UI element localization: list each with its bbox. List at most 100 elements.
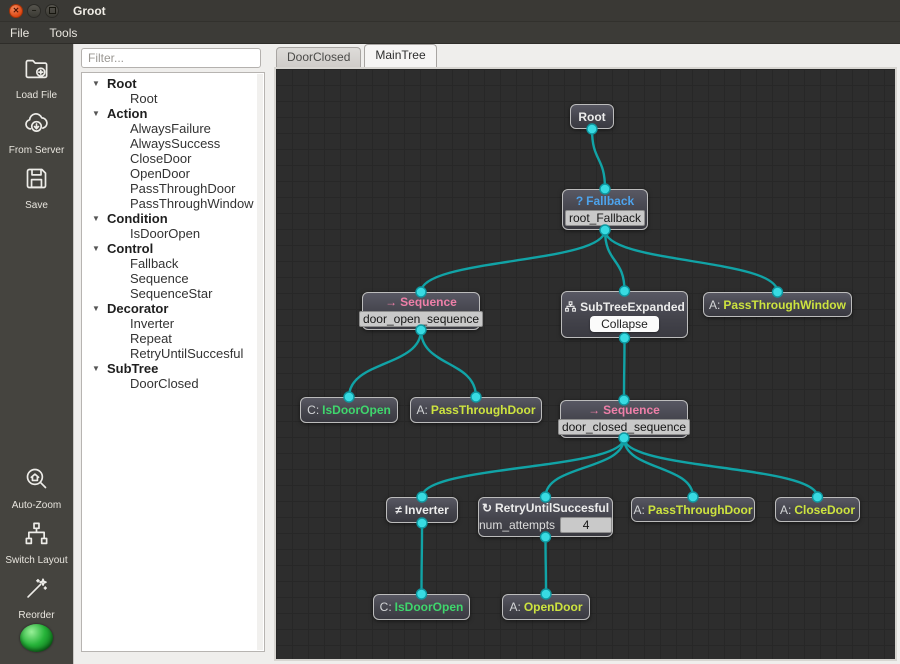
port-top-seq-open[interactable] [415, 286, 427, 298]
port-top-inverter[interactable] [416, 491, 428, 503]
window-close-icon[interactable]: ✕ [9, 3, 23, 18]
port-bottom-fallback[interactable] [599, 224, 611, 236]
port-bottom-inverter[interactable] [416, 517, 428, 529]
node-title: A: CloseDoor [780, 503, 855, 517]
palette-item-root[interactable]: Root [82, 91, 264, 106]
port-top-ptw[interactable] [771, 286, 784, 298]
toolbar-button-label: Load File [15, 90, 58, 101]
port-top-seq-closed[interactable] [618, 394, 630, 406]
palette-item-doorclosed[interactable]: DoorClosed [82, 376, 264, 391]
editor-area: DoorClosed MainTree Root ? Fallback root_Fal… [273, 44, 900, 664]
node-title: C: IsDoorOpen [307, 403, 391, 417]
title-bar: ✕ − Groot [0, 0, 900, 22]
window-controls: ✕ − [9, 3, 59, 18]
node-fallback[interactable]: ? Fallback root_Fallback [562, 189, 648, 230]
palette-item-fallback[interactable]: Fallback [82, 256, 264, 271]
toolbar-bottom-group: Auto-Zoom Switch Layout Reorder [0, 460, 73, 625]
from-server-button[interactable]: From Server [0, 105, 73, 160]
port-bottom-seq-closed[interactable] [618, 432, 630, 444]
port-top-opendoor[interactable] [540, 588, 552, 600]
palette-item-passthroughwindow[interactable]: PassThroughWindow [82, 196, 264, 211]
node-palette-panel: ▼RootRoot▼ActionAlwaysFailureAlwaysSucce… [73, 44, 273, 664]
node-retry[interactable]: ↻ RetryUntilSuccesful num_attempts 4 [478, 497, 613, 537]
palette-item-passthroughdoor[interactable]: PassThroughDoor [82, 181, 264, 196]
palette-item-repeat[interactable]: Repeat [82, 331, 264, 346]
port-bottom-seq-open[interactable] [415, 324, 427, 336]
window-maximize-icon[interactable] [45, 3, 59, 18]
palette-category-label: SubTree [107, 361, 159, 376]
port-bottom-root[interactable] [586, 123, 598, 135]
port-top-ptd-2[interactable] [687, 491, 699, 503]
param-input[interactable]: 4 [560, 517, 613, 533]
save-button[interactable]: Save [0, 160, 73, 215]
port-top-ptd-1[interactable] [470, 391, 482, 403]
node-type-prefix: A: [779, 502, 792, 517]
palette-category-condition[interactable]: ▼ Condition [82, 211, 264, 226]
port-top-isdooropen-2[interactable] [415, 588, 428, 600]
palette-item-sequence[interactable]: Sequence [82, 271, 264, 286]
status-led [20, 624, 53, 652]
switch-layout-button[interactable]: Switch Layout [0, 515, 73, 570]
node-title-text: RetryUntilSuccesful [495, 501, 610, 515]
collapse-arrow-icon[interactable]: ▼ [92, 109, 107, 118]
palette-scrollbar[interactable] [257, 74, 263, 650]
node-name-field[interactable]: root_Fallback [564, 209, 646, 226]
node-seq-open[interactable]: → Sequence door_open_sequence [358, 292, 484, 330]
node-title-text: Inverter [404, 503, 449, 517]
palette-item-opendoor[interactable]: OpenDoor [82, 166, 264, 181]
port-bottom-retry[interactable] [539, 531, 552, 543]
collapse-arrow-icon[interactable]: ▼ [92, 364, 107, 373]
filter-input[interactable] [81, 48, 261, 68]
palette-category-control[interactable]: ▼ Control [82, 241, 264, 256]
palette-item-alwayssuccess[interactable]: AlwaysSuccess [82, 136, 264, 151]
port-top-fallback[interactable] [599, 183, 611, 195]
collapse-arrow-icon[interactable]: ▼ [92, 79, 107, 88]
palette-item-alwaysfailure[interactable]: AlwaysFailure [82, 121, 264, 136]
param-label: num_attempts [478, 518, 556, 532]
palette-category-decorator[interactable]: ▼ Decorator [82, 301, 264, 316]
from-server-icon [23, 110, 50, 142]
behavior-tree-canvas[interactable]: Root ? Fallback root_Fallback → Sequence door_… [274, 67, 897, 661]
node-title: Root [578, 110, 605, 124]
window-title: Groot [73, 3, 106, 18]
port-top-retry[interactable] [539, 491, 552, 503]
palette-category-subtree[interactable]: ▼ SubTree [82, 361, 264, 376]
collapse-button[interactable]: Collapse [590, 315, 659, 332]
tab-doorclosed[interactable]: DoorClosed [276, 47, 362, 67]
node-subtree[interactable]: SubTreeExpanded Collapse [561, 291, 688, 338]
node-seq-closed[interactable]: → Sequence door_closed_sequence [557, 400, 691, 438]
palette-category-label: Action [107, 106, 148, 121]
node-title-text: Fallback [586, 193, 635, 208]
collapse-arrow-icon[interactable]: ▼ [92, 304, 107, 313]
nodes-layer: Root ? Fallback root_Fallback → Sequence door_… [276, 69, 895, 659]
load-file-button[interactable]: Load File [0, 50, 73, 105]
node-title-text: PassThroughDoor [430, 403, 536, 417]
palette-category-action[interactable]: ▼ Action [82, 106, 264, 121]
palette-tree-list: ▼ Root Root ▼ Action AlwaysFailure AlwaysSucce… [81, 72, 265, 652]
port-top-closedoor[interactable] [811, 491, 824, 503]
port-top-isdooropen-1[interactable] [343, 391, 355, 403]
reorder-button[interactable]: Reorder [0, 570, 73, 625]
menu-file[interactable]: File [0, 24, 39, 42]
collapse-arrow-icon[interactable]: ▼ [92, 244, 107, 253]
node-type-prefix: A: [709, 297, 721, 312]
node-title: A: PassThroughDoor [634, 503, 753, 517]
node-title: ≠ Inverter [395, 503, 449, 517]
palette-item-isdooropen[interactable]: IsDoorOpen [82, 226, 264, 241]
palette-item-closedoor[interactable]: CloseDoor [82, 151, 264, 166]
palette-category-root[interactable]: ▼ Root [82, 76, 264, 91]
palette-item-retryuntilsuccesful[interactable]: RetryUntilSuccesful [82, 346, 264, 361]
node-type-prefix: C: [379, 600, 392, 614]
collapse-arrow-icon[interactable]: ▼ [92, 214, 107, 223]
toolbar-button-label: Save [25, 200, 48, 211]
palette-item-inverter[interactable]: Inverter [82, 316, 264, 331]
palette-item-sequencestar[interactable]: SequenceStar [82, 286, 264, 301]
tab-maintree[interactable]: MainTree [364, 44, 437, 67]
port-top-subtree[interactable] [618, 285, 631, 297]
menu-tools[interactable]: Tools [39, 24, 87, 42]
port-bottom-subtree[interactable] [618, 332, 631, 344]
arrow-right-icon: → [385, 295, 398, 309]
auto-zoom-button[interactable]: Auto-Zoom [0, 460, 73, 515]
node-title-text: Sequence [400, 295, 457, 309]
window-minimize-icon[interactable]: − [27, 3, 41, 18]
